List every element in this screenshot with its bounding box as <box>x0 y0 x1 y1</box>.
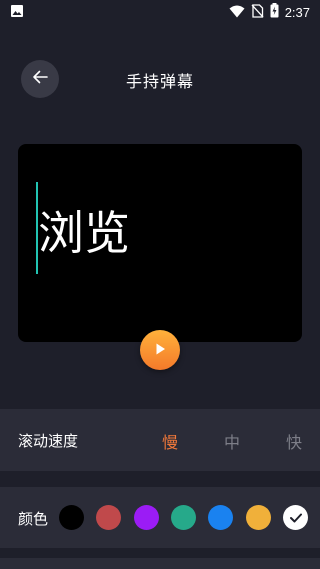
check-icon <box>289 508 302 527</box>
no-sim-icon <box>251 3 264 22</box>
wifi-icon <box>229 3 245 22</box>
color-swatch-orange[interactable] <box>246 505 271 530</box>
color-setting-row: 颜色 <box>0 487 320 548</box>
color-swatch-blue[interactable] <box>208 505 233 530</box>
speed-option-medium[interactable]: 中 <box>224 429 240 453</box>
color-swatch-purple[interactable] <box>134 505 159 530</box>
page-title: 手持弹幕 <box>125 72 194 91</box>
color-swatch-green[interactable] <box>171 505 196 530</box>
image-icon <box>10 3 24 22</box>
bottom-panel-edge <box>0 558 320 569</box>
speed-option-fast[interactable]: 快 <box>286 429 302 453</box>
status-bar: 2:37 <box>0 0 320 24</box>
play-button[interactable] <box>140 330 180 370</box>
color-label: 颜色 <box>18 510 49 528</box>
preview-text: 浏览 <box>38 206 130 260</box>
status-time: 2:37 <box>284 4 310 20</box>
speed-label: 滚动速度 <box>18 432 79 450</box>
color-swatch-white[interactable] <box>283 505 308 530</box>
speed-setting-row: 滚动速度 慢 中 快 <box>0 409 320 471</box>
play-icon <box>153 341 167 360</box>
speed-option-slow[interactable]: 慢 <box>162 429 178 453</box>
color-swatch-black[interactable] <box>59 505 84 530</box>
battery-charging-icon <box>270 2 279 22</box>
danmaku-preview: 浏览 <box>18 144 302 342</box>
color-swatch-red[interactable] <box>96 505 121 530</box>
